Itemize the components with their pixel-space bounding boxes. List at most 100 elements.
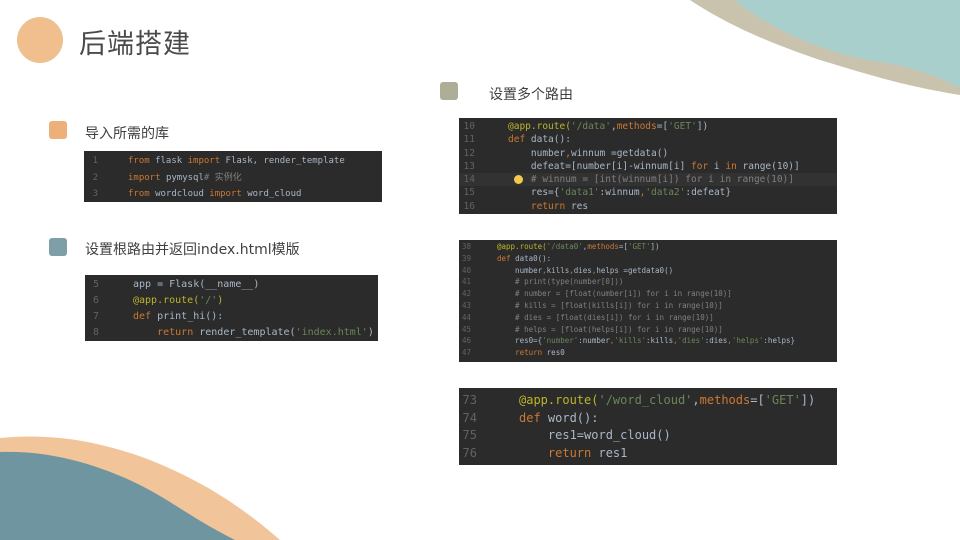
code-token: '/' bbox=[199, 295, 218, 306]
code-line: 5 app = Flask(__name__) bbox=[85, 277, 378, 293]
code-text: # print(type(number[0])) bbox=[497, 276, 623, 288]
code-token: import bbox=[187, 156, 226, 166]
code-text: # helps = [float(helps[i]) for i in rang… bbox=[497, 324, 723, 336]
line-number: 44 bbox=[461, 312, 471, 322]
code-token: number bbox=[508, 147, 566, 159]
code-token: res0 bbox=[546, 348, 565, 358]
code-token: in bbox=[725, 160, 743, 172]
code-token: 'data2' bbox=[645, 187, 686, 199]
code-text: import pymysql# 实例化 bbox=[128, 170, 242, 187]
code-token: , bbox=[692, 393, 700, 407]
code-token: 'index.html' bbox=[295, 327, 368, 338]
code-token: wordcloud bbox=[155, 189, 210, 199]
code-line: 41 # print(type(number[0])) bbox=[459, 276, 837, 288]
code-token: :number bbox=[578, 336, 610, 346]
line-number: 13 bbox=[463, 160, 475, 172]
line-number: 1 bbox=[92, 156, 98, 166]
line-number: 39 bbox=[461, 253, 471, 263]
code-token: range(10)] bbox=[742, 160, 800, 172]
code-token: # number = [float(number[i]) for i in ra… bbox=[497, 289, 732, 299]
code-token: flask bbox=[155, 156, 188, 166]
code-token: 'helps' bbox=[731, 336, 764, 346]
code-token: ]) bbox=[696, 121, 709, 132]
section-marker-root bbox=[49, 238, 67, 256]
code-line: 43 # kills = [float(kills[i]) for i in r… bbox=[459, 300, 837, 312]
line-number: 75 bbox=[462, 428, 477, 442]
line-number: 11 bbox=[463, 134, 475, 146]
code-token: return bbox=[547, 445, 599, 460]
code-text: res0={'number':number,'kills':kills,'die… bbox=[497, 335, 795, 347]
line-number: 40 bbox=[461, 265, 471, 275]
code-token: # 实例化 bbox=[203, 172, 242, 183]
code-line: 7 def print_hi(): bbox=[85, 309, 378, 325]
code-token: 'dies' bbox=[677, 336, 705, 346]
code-line: 42 # number = [float(number[i]) for i in… bbox=[459, 288, 837, 300]
title-circle-icon bbox=[17, 17, 63, 63]
code-token: Flask, render_template bbox=[225, 156, 345, 166]
code-text: @app.route('/') bbox=[133, 293, 223, 309]
code-token: from bbox=[128, 156, 156, 166]
code-token: methods bbox=[616, 121, 657, 132]
line-number: 7 bbox=[92, 311, 99, 322]
code-token: render_template( bbox=[199, 327, 296, 338]
line-number: 2 bbox=[92, 172, 98, 183]
code-token: 'data1' bbox=[559, 187, 600, 199]
line-number: 47 bbox=[461, 348, 471, 358]
section-label-routes: 设置多个路由 bbox=[489, 87, 573, 103]
code-token: # helps = [float(helps[i]) for i in rang… bbox=[497, 324, 723, 334]
code-token: '/data0' bbox=[546, 242, 583, 251]
code-text: number,winnum =getdata() bbox=[508, 147, 668, 160]
line-number: 10 bbox=[463, 121, 475, 132]
code-token: word_cloud bbox=[247, 189, 302, 199]
code-token: :winnum bbox=[599, 187, 640, 199]
code-token: word(): bbox=[547, 410, 599, 425]
line-number: 43 bbox=[461, 300, 471, 310]
code-line: 14 # winnum = [int(winnum[i]) for i in r… bbox=[459, 173, 837, 187]
line-number: 73 bbox=[462, 393, 477, 407]
code-text: return res1 bbox=[519, 445, 627, 463]
code-token: @app.route( bbox=[133, 295, 200, 306]
code-text: def data(): bbox=[508, 133, 571, 146]
line-number: 41 bbox=[461, 277, 471, 287]
section-marker-import bbox=[49, 121, 67, 139]
code-line: 15 res={'data1':winnum,'data2':defeat} bbox=[459, 186, 837, 199]
code-token: def bbox=[508, 134, 531, 146]
code-token: ]) bbox=[650, 242, 660, 251]
line-number: 74 bbox=[462, 410, 477, 425]
code-text: def print_hi(): bbox=[133, 309, 223, 325]
code-line: 38 @app.route('/data0',methods=['GET']) bbox=[459, 241, 837, 253]
code-snippet-wordcloud-route: 73 @app.route('/word_cloud',methods=['GET… bbox=[459, 388, 837, 465]
code-token: =[ bbox=[618, 242, 628, 251]
section-label-root: 设置根路由并返回index.html模版 bbox=[85, 242, 300, 258]
code-text: # number = [float(number[i]) for i in ra… bbox=[497, 288, 732, 300]
code-text: res1=word_cloud() bbox=[519, 427, 671, 445]
code-token: def bbox=[497, 253, 516, 263]
code-text: # kills = [float(kills[i]) for i in rang… bbox=[497, 300, 723, 312]
code-text: @app.route('/data0',methods=['GET']) bbox=[497, 241, 660, 253]
code-text: return res0 bbox=[497, 347, 565, 359]
code-line: 47 return res0 bbox=[459, 347, 837, 359]
code-token: methods bbox=[587, 242, 619, 251]
code-token: import bbox=[209, 189, 248, 199]
code-token: '/data' bbox=[570, 121, 611, 132]
code-token: helps =getdata0() bbox=[596, 265, 674, 275]
code-token: app = Flask(__name__) bbox=[133, 279, 260, 290]
code-line: 6 @app.route('/') bbox=[85, 293, 378, 309]
line-number: 3 bbox=[92, 189, 98, 199]
code-line: 44 # dies = [float(dies[i]) for i in ran… bbox=[459, 312, 837, 324]
code-token: data0(): bbox=[515, 253, 552, 263]
code-line: 10 @app.route('/data',methods=['GET']) bbox=[459, 120, 837, 133]
code-line: 8 return render_template('index.html') bbox=[85, 325, 378, 341]
code-snippet-data0-route: 38 @app.route('/data0',methods=['GET']) 39… bbox=[459, 240, 837, 362]
code-line: 45 # helps = [float(helps[i]) for i in r… bbox=[459, 324, 837, 336]
code-token: def bbox=[519, 410, 548, 425]
code-token: return bbox=[530, 200, 571, 212]
code-text: @app.route('/data',methods=['GET']) bbox=[508, 120, 708, 133]
code-token: def bbox=[133, 311, 158, 322]
code-token: ]) bbox=[800, 393, 816, 407]
code-token: i bbox=[713, 160, 726, 172]
code-token: dies bbox=[573, 265, 592, 275]
